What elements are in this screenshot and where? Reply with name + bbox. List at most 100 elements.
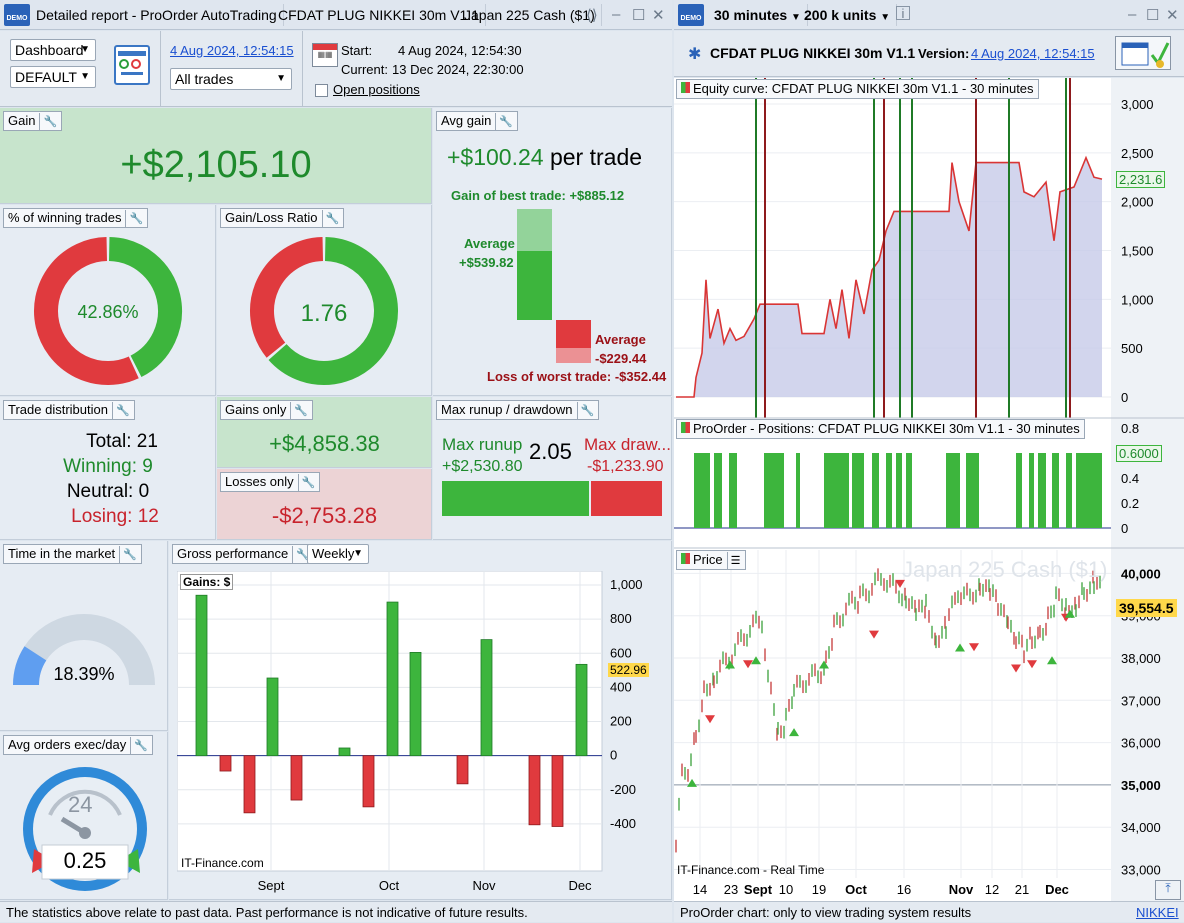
list-icon[interactable]: ☰ xyxy=(726,552,741,570)
version-date-link[interactable]: 4 Aug 2024, 12:54:15 xyxy=(971,46,1095,61)
gross-y-tick: 600 xyxy=(610,645,632,660)
toolbar-separator xyxy=(302,31,303,107)
losing-trades: Losing: 12 xyxy=(71,506,159,527)
best-trade-label: Gain of best trade: +$885.12 xyxy=(451,188,625,203)
gross-bar xyxy=(480,639,493,757)
equity-color-icon xyxy=(681,82,690,93)
wrench-icon[interactable]: 🔧 xyxy=(125,210,143,228)
report-toolbar: Dashboard ▼ DEFAULT ▼ 4 Aug 2024, 12:54:15… xyxy=(0,31,672,107)
report-icon[interactable] xyxy=(1115,36,1171,70)
avg-win-bar xyxy=(517,251,552,320)
gross-bar xyxy=(338,747,351,757)
price-y-tick: 37,000 xyxy=(1121,693,1161,708)
maximize-icon[interactable]: ☐ xyxy=(632,6,645,24)
toolbar-separator xyxy=(160,31,161,107)
avg-orders-value: 0.25 xyxy=(63,848,107,873)
gross-y-tick: 400 xyxy=(610,679,632,694)
scroll-up-icon[interactable]: ⤒ xyxy=(1155,880,1181,900)
wrench-icon[interactable]: 🔧 xyxy=(39,113,57,131)
position-bar xyxy=(872,453,879,528)
timeframe-select[interactable]: 30 minutes ▼ xyxy=(708,4,808,26)
gains-only-value: +$4,858.38 xyxy=(269,431,380,456)
time-market-panel: Time in the market 🔧 18.39% xyxy=(0,541,168,731)
current-value: 13 Dec 2024, 22:30:00 xyxy=(392,62,524,77)
position-bar xyxy=(824,453,849,528)
trades-select[interactable]: All trades ▼ xyxy=(170,68,292,90)
report-date-link[interactable]: 4 Aug 2024, 12:54:15 xyxy=(170,43,294,58)
price-x-tick: 16 xyxy=(897,882,911,897)
calendar-icon: ▦▦ xyxy=(312,43,338,67)
status-bar-left: The statistics above relate to past data… xyxy=(0,901,672,922)
equity-y-tick: 1,000 xyxy=(1121,292,1154,307)
position-bar xyxy=(946,453,960,528)
position-bar xyxy=(714,453,722,528)
wrench-icon[interactable]: 🔧 xyxy=(495,113,513,131)
clock-dial-icon xyxy=(23,767,147,891)
profile-select[interactable]: DEFAULT ▼ xyxy=(10,66,96,88)
open-positions-checkbox[interactable] xyxy=(315,84,328,97)
wrench-icon[interactable]: 🔧 xyxy=(130,737,148,755)
price-source: IT-Finance.com - Real Time xyxy=(677,863,825,877)
time-market-value: 18.39% xyxy=(53,664,115,684)
price-last-value: 39,554.5 xyxy=(1116,599,1177,617)
open-positions-label[interactable]: Open positions xyxy=(333,82,420,97)
tab-system[interactable]: CFDAT PLUG NIKKEI 30m V1.1 xyxy=(272,4,486,26)
tab-detailed-report[interactable]: Detailed report - ProOrder AutoTrading xyxy=(30,4,284,26)
start-value: 4 Aug 2024, 12:54:30 xyxy=(398,43,522,58)
avg-gain-label: Avg gain 🔧 xyxy=(436,111,519,131)
avg-win-value: +$539.82 xyxy=(459,255,514,270)
units-select[interactable]: 200 k units ▼ xyxy=(798,4,898,26)
position-bar xyxy=(966,453,979,528)
gross-bar xyxy=(243,755,256,814)
price-x-tick: 12 xyxy=(985,882,999,897)
gross-y-tick: 800 xyxy=(610,611,632,626)
info-icon[interactable]: i xyxy=(896,6,910,20)
maximize-icon[interactable]: ☐ xyxy=(1146,6,1159,24)
period-select[interactable]: Weekly ▼ xyxy=(307,544,369,564)
price-x-tick: 21 xyxy=(1015,882,1029,897)
units-value: 200 k units xyxy=(804,7,877,23)
gross-x-tick: Oct xyxy=(379,878,400,893)
price-y-tick: 35,000 xyxy=(1121,778,1161,793)
gain-loss-panel: Gain/Loss Ratio 🔧 1.76 xyxy=(217,205,432,396)
runup-title: Max runup xyxy=(442,435,523,454)
share-icon[interactable]: ⟨⟩ xyxy=(586,6,598,24)
gross-bar xyxy=(551,755,564,827)
chevron-down-icon: ▼ xyxy=(880,12,891,23)
gross-y-tick: 0 xyxy=(610,748,617,763)
wrench-icon[interactable]: 🔧 xyxy=(576,402,594,420)
position-bar xyxy=(1038,453,1046,528)
view-select[interactable]: Dashboard ▼ xyxy=(10,39,96,61)
chevron-down-icon: ▼ xyxy=(353,548,363,559)
gross-x-tick: Sept xyxy=(258,878,285,893)
minimize-icon[interactable]: – xyxy=(612,6,620,23)
equity-y-tick: 3,000 xyxy=(1121,97,1154,112)
minimize-icon[interactable]: – xyxy=(1128,6,1136,23)
tab-instrument[interactable]: Japan 225 Cash ($1) xyxy=(458,4,602,26)
nikkei-link[interactable]: NIKKEI xyxy=(1136,905,1179,920)
winning-pct-label: % of winning trades 🔧 xyxy=(3,208,149,228)
price-x-tick: Nov xyxy=(949,882,974,897)
gross-perf-panel: Gross performance 🔧 Weekly ▼ 1,000 800 600 40… xyxy=(169,541,672,900)
wrench-icon[interactable]: 🔧 xyxy=(321,210,339,228)
wrench-icon[interactable]: 🔧 xyxy=(297,474,315,492)
gross-bar xyxy=(456,755,469,785)
right-header: ✱ CFDAT PLUG NIKKEI 30m V1.1 Version: 4 … xyxy=(674,31,1184,77)
positions-label: ProOrder - Positions: CFDAT PLUG NIKKEI … xyxy=(676,419,1085,439)
wrench-icon[interactable]: 🔧 xyxy=(119,546,137,564)
left-title-bar: DEMO Detailed report - ProOrder AutoTrad… xyxy=(0,0,672,30)
clock-dial-value: 24 xyxy=(68,792,93,817)
price-y-tick: 34,000 xyxy=(1121,820,1161,835)
trade-distribution-panel: Trade distribution 🔧 Total: 21 Winning: 9… xyxy=(0,397,216,540)
positions-y-tick: 0 xyxy=(1121,521,1128,536)
report-settings-icon[interactable] xyxy=(114,45,150,85)
wrench-icon[interactable]: 🔧 xyxy=(111,402,130,420)
version-label: Version: xyxy=(918,46,970,61)
close-icon[interactable]: ✕ xyxy=(1166,6,1179,24)
gross-bar xyxy=(266,677,279,757)
current-label: Current: xyxy=(341,62,388,77)
gross-bar xyxy=(528,755,541,826)
wrench-icon[interactable]: 🔧 xyxy=(290,402,308,420)
close-icon[interactable]: ✕ xyxy=(652,6,665,24)
positions-last-value: 0.6000 xyxy=(1116,445,1162,462)
